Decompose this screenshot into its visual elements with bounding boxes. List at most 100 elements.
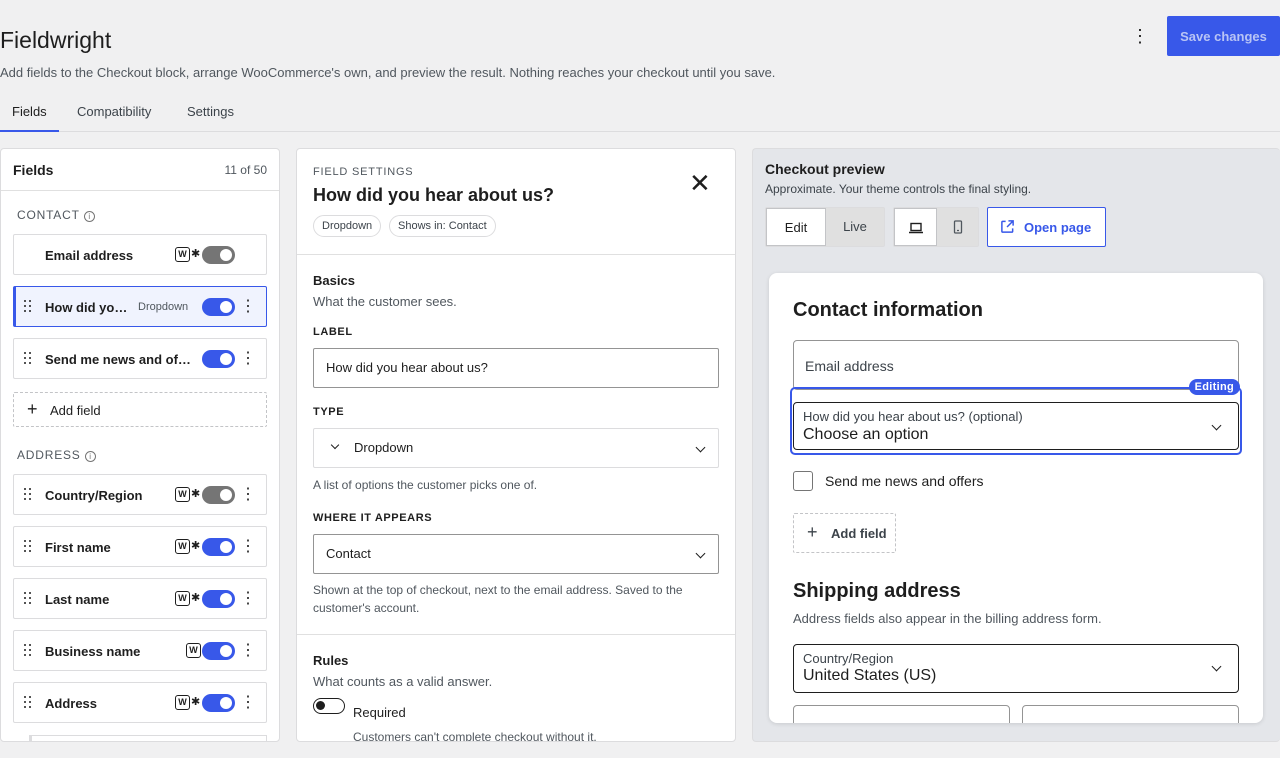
preview-last-name-input[interactable] [1022, 705, 1239, 723]
woocommerce-badge-icon: W [186, 643, 201, 658]
tab-settings[interactable]: Settings [175, 94, 246, 132]
plus-icon: + [807, 522, 818, 542]
required-asterisk-icon: ✱ [191, 488, 201, 500]
preview-subtitle: Approximate. Your theme controls the fin… [765, 182, 1032, 196]
contact-heading: Contact information [793, 299, 983, 321]
shipping-heading: Shipping address [793, 580, 961, 602]
field-row-label: First name [45, 540, 111, 555]
field-row-label: Send me news and offers [45, 352, 195, 367]
label-input[interactable]: How did you hear about us? [313, 348, 719, 388]
preview-email-input[interactable]: Email address [793, 340, 1239, 390]
drag-handle-icon[interactable] [23, 590, 33, 606]
drag-handle-icon[interactable] [23, 642, 33, 658]
settings-kicker: FIELD SETTINGS [313, 166, 414, 178]
field-enabled-toggle[interactable] [202, 486, 235, 504]
field-enabled-toggle[interactable] [202, 246, 235, 264]
field-more-options-icon[interactable]: ⋮ [240, 297, 256, 317]
woocommerce-badge-icon: W [175, 487, 190, 502]
preview-first-name-input[interactable] [793, 705, 1010, 723]
field-more-options-icon[interactable]: ⋮ [240, 537, 256, 557]
where-select[interactable]: Contact [313, 534, 719, 574]
page-header: Fieldwright Add fields to the Checkout b… [0, 0, 1280, 132]
field-more-options-icon[interactable]: ⋮ [240, 589, 256, 609]
chip-type: Dropdown [313, 215, 382, 237]
type-select[interactable]: Dropdown [313, 428, 719, 468]
field-row-address[interactable]: Address W ✱ ⋮ [13, 682, 267, 723]
drag-handle-icon[interactable] [23, 350, 33, 366]
drag-handle-icon[interactable] [23, 694, 33, 710]
field-row-last-name[interactable]: Last name W ✱ ⋮ [13, 578, 267, 619]
type-help: A list of options the customer picks one… [313, 478, 538, 492]
type-value: Dropdown [354, 440, 414, 455]
field-enabled-toggle[interactable] [202, 694, 235, 712]
field-row-business-name[interactable]: Business name W ⋮ [13, 630, 267, 671]
label-heading: LABEL [313, 326, 353, 338]
select-value: United States (US) [803, 667, 937, 684]
info-icon[interactable]: i [84, 451, 96, 462]
field-row-partial [29, 735, 267, 741]
field-row-label: Address [45, 696, 98, 711]
laptop-icon[interactable] [894, 208, 937, 246]
preview-title: Checkout preview [765, 161, 885, 177]
required-toggle[interactable] [313, 698, 345, 714]
tab-bar: Fields Compatibility Settings [0, 94, 1280, 132]
field-more-options-icon[interactable]: ⋮ [240, 485, 256, 505]
field-row-country[interactable]: Country/Region W ✱ ⋮ [13, 474, 267, 515]
field-more-options-icon[interactable]: ⋮ [240, 349, 256, 369]
checkout-preview-panel: Checkout preview Approximate. Your theme… [752, 148, 1280, 742]
field-row-newsletter[interactable]: Send me news and offers ⋮ [13, 338, 267, 379]
woocommerce-badge-icon: W [175, 247, 190, 262]
open-page-button[interactable]: Open page [987, 207, 1106, 247]
editing-highlight[interactable]: Editing How did you hear about us? (opti… [790, 379, 1242, 455]
add-field-button[interactable]: + Add field [13, 392, 267, 427]
phone-icon[interactable] [937, 208, 978, 246]
preview-how-did-you-hear-select[interactable]: How did you hear about us? (optional) Ch… [793, 402, 1239, 450]
page-title: Fieldwright [0, 27, 112, 53]
field-more-options-icon[interactable]: ⋮ [240, 641, 256, 661]
email-placeholder: Email address [805, 358, 894, 374]
mode-edit-button[interactable]: Edit [766, 208, 826, 246]
info-icon[interactable]: i [83, 211, 95, 222]
checkout-preview-card: Contact information Email address Editin… [769, 273, 1263, 723]
field-enabled-toggle[interactable] [202, 590, 235, 608]
group-label-text: CONTACT [17, 208, 80, 222]
field-row-email[interactable]: Email address W ✱ [13, 234, 267, 275]
field-row-first-name[interactable]: First name W ✱ ⋮ [13, 526, 267, 567]
drag-handle-icon[interactable] [23, 538, 33, 554]
field-enabled-toggle[interactable] [202, 642, 235, 660]
field-enabled-toggle[interactable] [202, 298, 235, 316]
shipping-subtitle: Address fields also appear in the billin… [793, 611, 1102, 626]
add-field-label: Add field [831, 526, 887, 541]
mode-live-button[interactable]: Live [826, 208, 884, 246]
field-row-label: Last name [45, 592, 110, 607]
editing-badge: Editing [1188, 379, 1240, 395]
field-type-label: Dropdown [138, 301, 189, 313]
where-heading: WHERE IT APPEARS [313, 512, 433, 524]
newsletter-checkbox[interactable] [793, 471, 813, 491]
tab-compatibility[interactable]: Compatibility [65, 94, 163, 132]
field-enabled-toggle[interactable] [202, 538, 235, 556]
select-label: Country/Region [803, 651, 894, 666]
tab-fields[interactable]: Fields [0, 94, 59, 132]
group-label-contact: CONTACT i [17, 208, 95, 222]
more-options-icon[interactable]: ⋮ [1130, 26, 1150, 46]
select-value: Choose an option [803, 426, 929, 443]
drag-handle-icon[interactable] [23, 486, 33, 502]
preview-add-field-button[interactable]: + Add field [793, 513, 896, 553]
settings-title: How did you hear about us? [313, 185, 555, 205]
save-changes-button[interactable]: Save changes [1167, 16, 1280, 56]
field-enabled-toggle[interactable] [202, 350, 235, 368]
divider [297, 254, 735, 255]
field-row-how-did-you-hear[interactable]: How did you hear about us? Dropdown ⋮ [13, 286, 267, 327]
close-icon[interactable]: ✕ [689, 170, 711, 196]
field-more-options-icon[interactable]: ⋮ [240, 693, 256, 713]
external-link-icon [1001, 220, 1014, 233]
chevron-down-icon [695, 548, 706, 559]
select-label: How did you hear about us? (optional) [803, 409, 1023, 424]
page-description: Add fields to the Checkout block, arrang… [0, 65, 776, 80]
fields-count: 11 of 50 [224, 163, 267, 177]
required-asterisk-icon: ✱ [191, 540, 201, 552]
drag-handle-icon[interactable] [23, 298, 33, 314]
type-heading: TYPE [313, 406, 345, 418]
preview-country-select[interactable]: Country/Region United States (US) [793, 644, 1239, 693]
